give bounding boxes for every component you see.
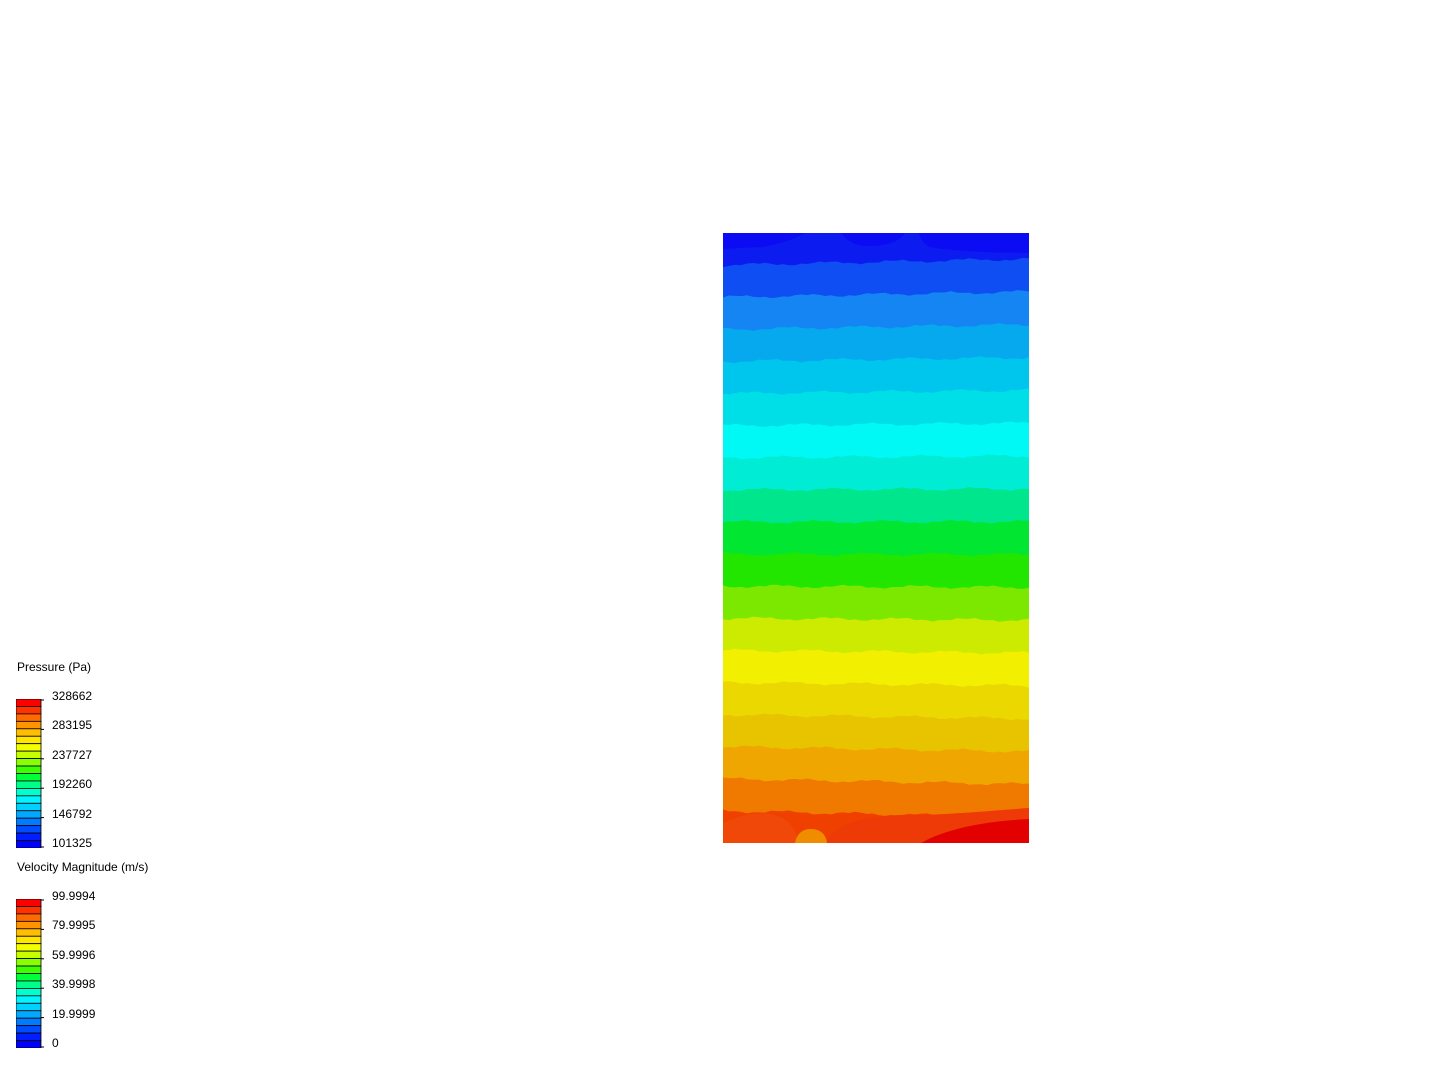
color-bar-band: [16, 1010, 42, 1019]
color-bar-band: [16, 928, 42, 937]
color-bar-band: [16, 832, 42, 841]
velocity-legend: Velocity Magnitude (m/s) 99.9994 79.9995…: [0, 858, 220, 1058]
color-bar-band: [16, 943, 42, 952]
color-bar-band: [16, 780, 42, 789]
color-bar-band: [16, 699, 42, 707]
color-bar-band: [16, 706, 42, 715]
contour-band: [723, 648, 1029, 689]
color-bar-band: [16, 973, 42, 982]
render-viewport[interactable]: Pressure (Pa) 328662 283195 237727 19226…: [0, 0, 1440, 1080]
color-bar-band: [16, 810, 42, 819]
color-bar-band: [16, 958, 42, 967]
color-bar-band: [16, 1040, 42, 1048]
pressure-label-max: 328662: [52, 689, 93, 703]
color-bar-band: [16, 773, 42, 782]
color-bar-band: [16, 728, 42, 737]
color-bar-band: [16, 840, 42, 848]
contour-band: [723, 487, 1029, 525]
pressure-label: 237727: [52, 748, 93, 762]
color-bar-band: [16, 743, 42, 752]
color-bar-band: [16, 920, 42, 930]
velocity-label: 79.9995: [52, 918, 96, 932]
pressure-legend-labels: 328662 283195 237727 192260 146792 10132…: [52, 689, 172, 850]
color-bar-band: [16, 825, 42, 834]
velocity-legend-title: Velocity Magnitude (m/s): [17, 860, 149, 874]
color-bar-band: [16, 899, 42, 907]
pressure-legend-title: Pressure (Pa): [17, 660, 92, 674]
color-bar-band: [16, 906, 42, 915]
velocity-legend-labels: 99.9994 79.9995 59.9996 39.9998 19.9999 …: [52, 889, 172, 1050]
color-bar-band: [16, 788, 42, 797]
contour-band: [723, 616, 1029, 656]
color-bar-band: [16, 1002, 42, 1012]
color-bar-band: [16, 1025, 42, 1034]
color-bar-band: [16, 750, 42, 760]
pressure-label: 192260: [52, 777, 93, 791]
color-bar-band: [16, 735, 42, 745]
color-bar-band: [16, 758, 42, 767]
velocity-label-max: 99.9994: [52, 889, 96, 903]
pressure-label-min: 101325: [52, 836, 93, 850]
contour-band: [723, 388, 1029, 428]
color-bar-band: [16, 950, 42, 960]
contour-band: [723, 454, 1029, 493]
pressure-color-bar: [16, 699, 44, 848]
contour-band: [723, 257, 1029, 299]
velocity-label: 19.9999: [52, 1007, 96, 1021]
color-bar-band: [16, 795, 42, 804]
color-bar-band: [16, 995, 42, 1004]
color-bar-band: [16, 980, 42, 989]
color-bar-band: [16, 935, 42, 945]
pressure-label: 283195: [52, 718, 93, 732]
contour-band: [723, 584, 1029, 623]
contour-band: [723, 552, 1029, 590]
velocity-label: 39.9998: [52, 977, 96, 991]
color-bar-band: [16, 988, 42, 997]
color-bar-band: [16, 713, 42, 722]
velocity-label: 59.9996: [52, 948, 96, 962]
contour-band: [723, 519, 1029, 557]
contour-band: [723, 356, 1029, 396]
color-bar-band: [16, 1017, 42, 1027]
pressure-contour-plot[interactable]: [723, 233, 1029, 843]
color-bar-band: [16, 965, 42, 974]
color-bar-band: [16, 1032, 42, 1041]
velocity-color-bar: [16, 899, 44, 1048]
color-bar-band: [16, 913, 42, 922]
pressure-label: 146792: [52, 807, 93, 821]
color-bar-band: [16, 720, 42, 730]
color-bar-band: [16, 765, 42, 774]
contour-band: [723, 745, 1029, 786]
color-bar-band: [16, 817, 42, 827]
velocity-label-min: 0: [52, 1036, 59, 1050]
pressure-legend: Pressure (Pa) 328662 283195 237727 19226…: [0, 658, 220, 858]
color-bar-band: [16, 802, 42, 812]
contour-band: [723, 421, 1029, 460]
contour-band: [723, 713, 1029, 754]
